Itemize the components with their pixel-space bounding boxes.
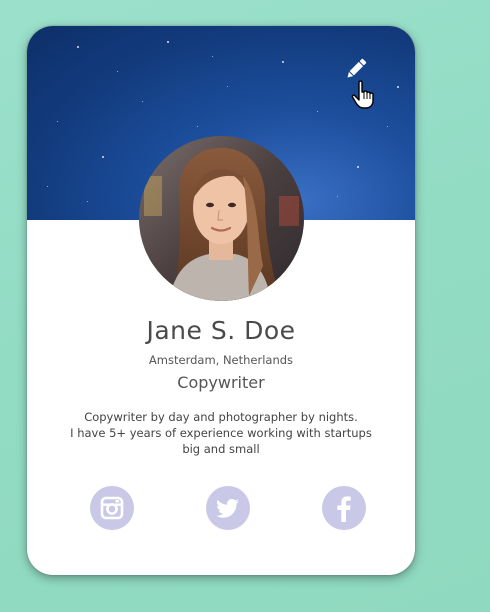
instagram-button[interactable] — [90, 486, 134, 530]
profile-location: Amsterdam, Netherlands — [148, 353, 294, 367]
facebook-button[interactable] — [322, 486, 366, 530]
profile-bio: Copywriter by day and photographer by ni… — [47, 409, 395, 457]
twitter-button[interactable] — [206, 486, 250, 530]
twitter-icon — [216, 499, 239, 518]
avatar — [139, 136, 304, 301]
instagram-icon — [100, 496, 124, 520]
bio-line: I have 5+ years of experience working wi… — [70, 426, 372, 440]
bio-line: big and small — [182, 442, 260, 456]
profile-name: Jane S. Doe — [146, 316, 296, 345]
facebook-icon — [337, 496, 351, 522]
profile-card: Jane S. Doe Amsterdam, Netherlands Copyw… — [27, 26, 415, 575]
bio-line: Copywriter by day and photographer by ni… — [84, 410, 358, 424]
hand-pointer-icon — [351, 80, 377, 110]
profile-title: Copywriter — [177, 373, 265, 392]
